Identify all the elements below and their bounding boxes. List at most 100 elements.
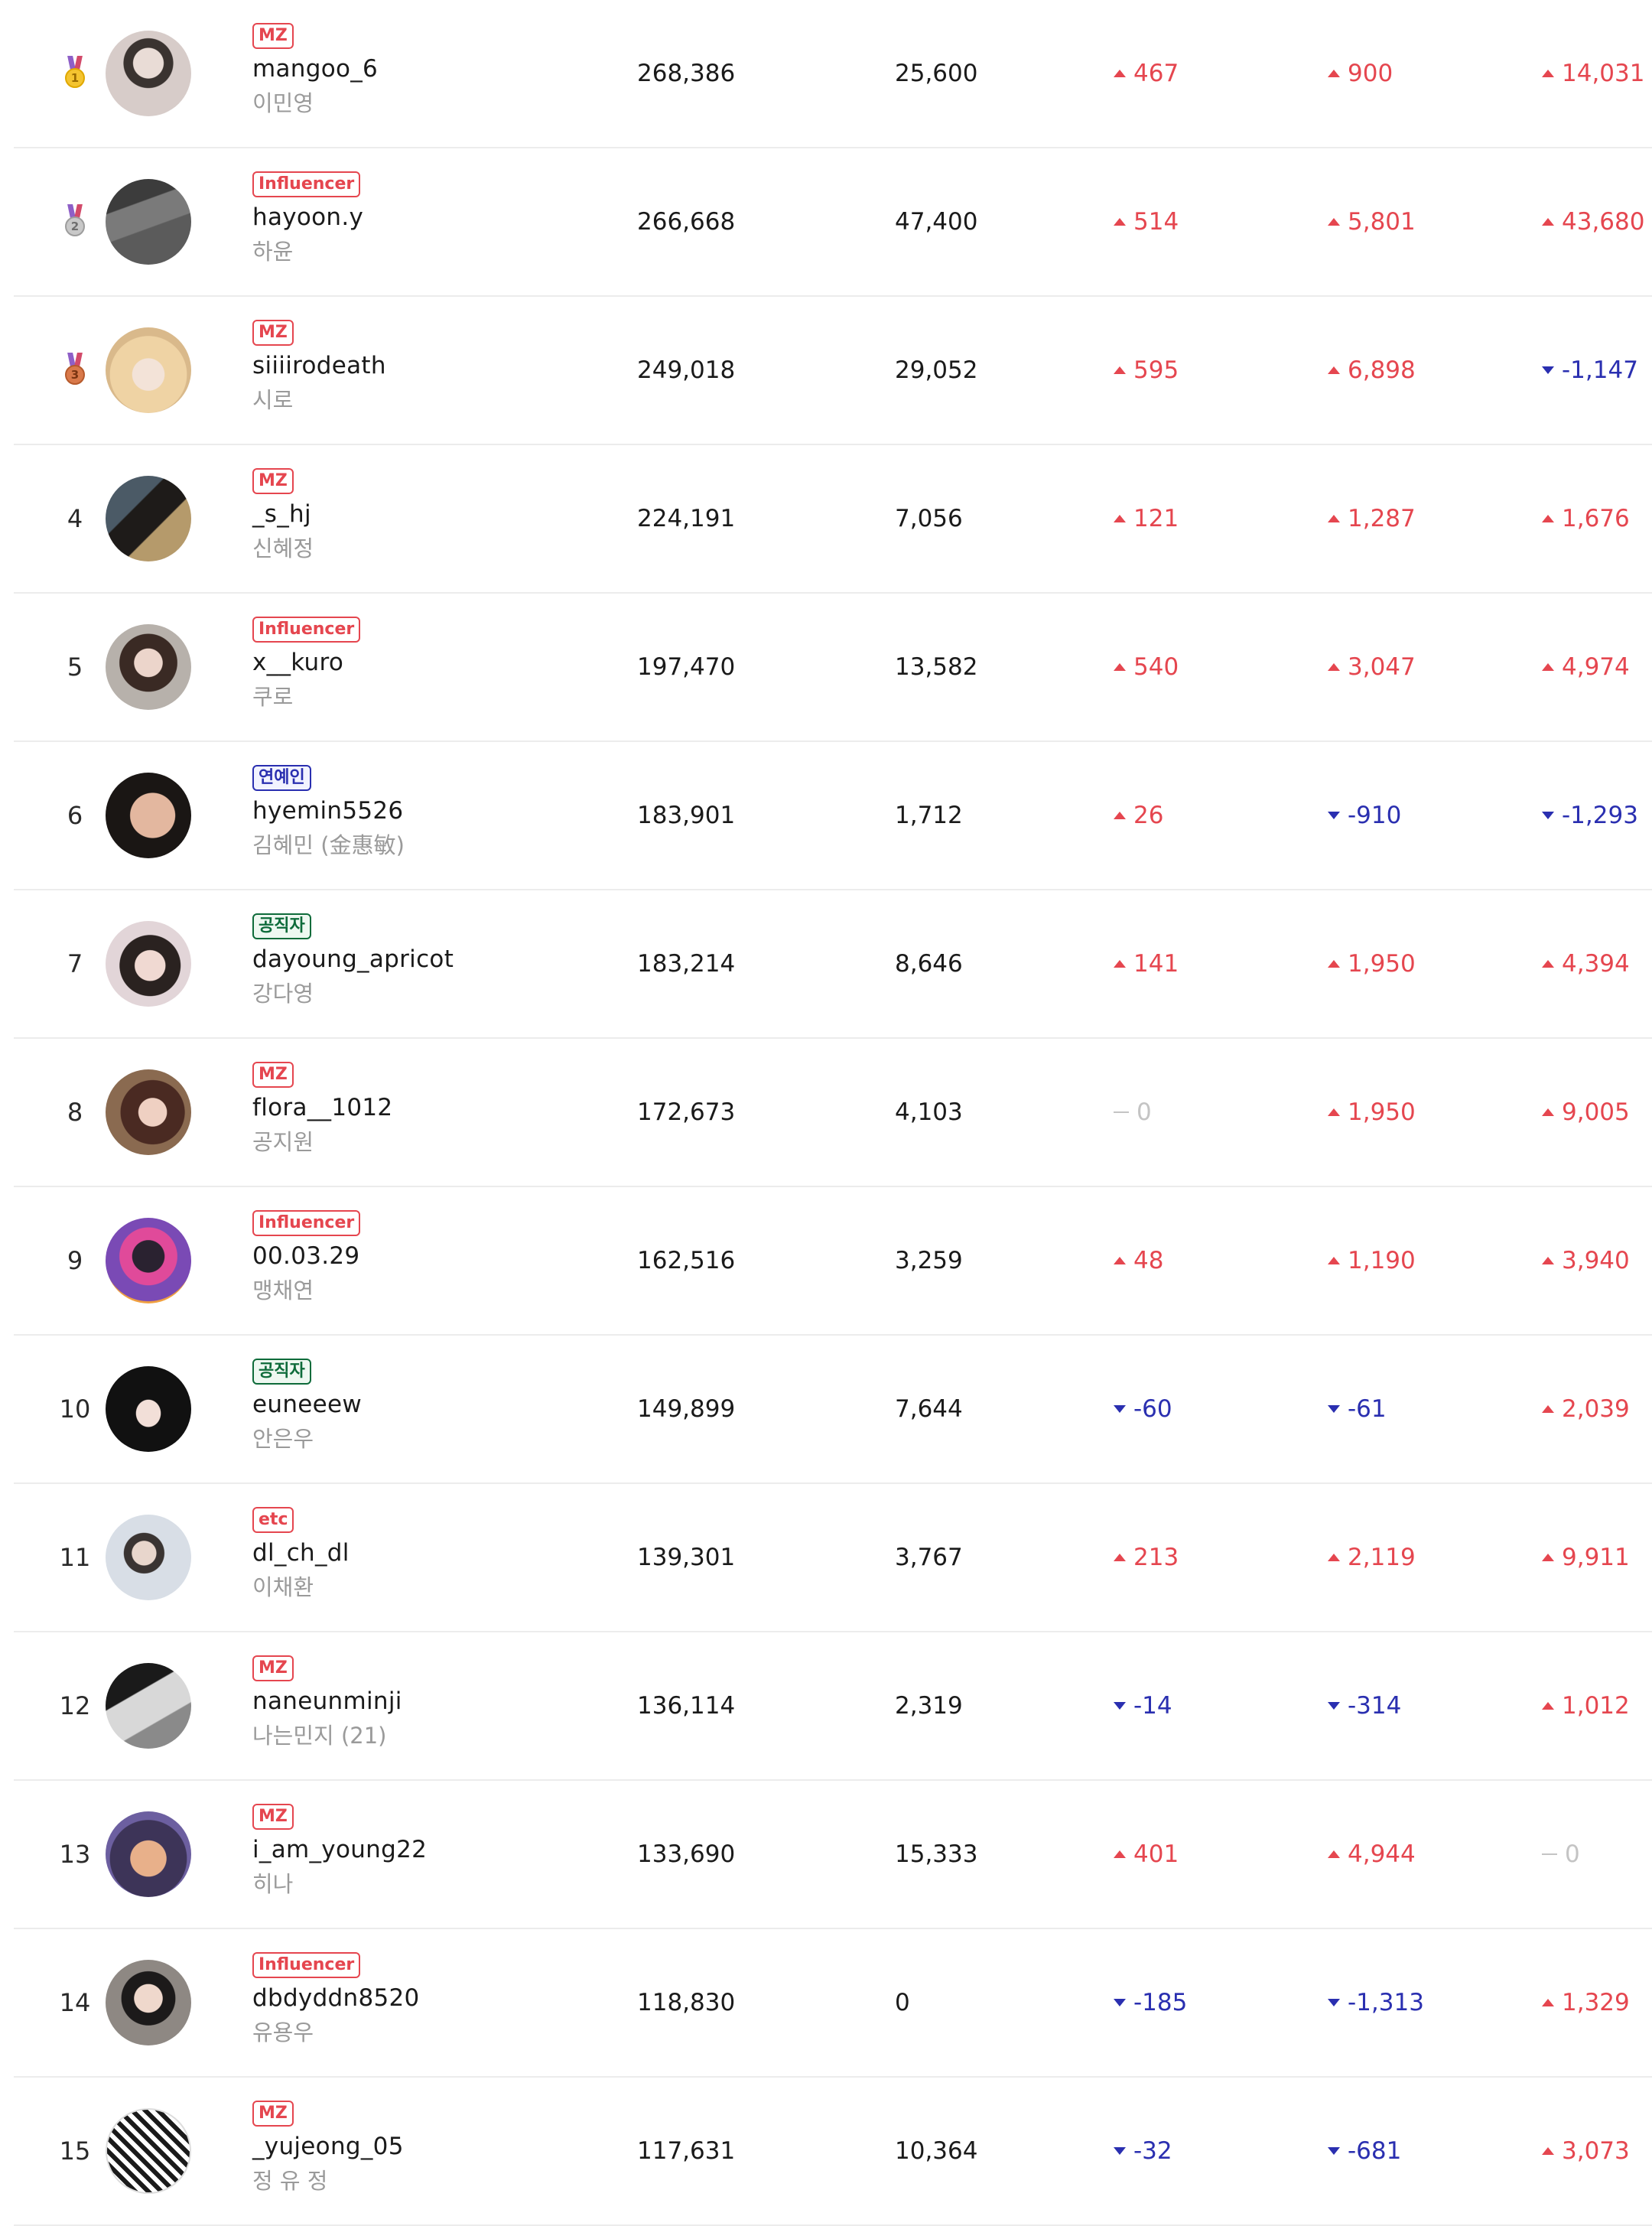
change-day: -185 <box>1114 1929 1187 2076</box>
up-triangle-icon <box>1542 1702 1554 1710</box>
username[interactable]: siiiirodeath <box>252 352 604 379</box>
ranking-row[interactable]: 9 Influencer 00.03.29 맹채연 162,516 3,259 … <box>14 1187 1652 1336</box>
ranking-row[interactable]: 2 Influencer hayoon.y 하윤 266,668 47,400 … <box>14 148 1652 297</box>
username[interactable]: mangoo_6 <box>252 55 604 83</box>
username[interactable]: hayoon.y <box>252 203 604 231</box>
up-triangle-icon <box>1542 1554 1554 1561</box>
realname: 강다영 <box>252 981 314 1007</box>
up-triangle-icon <box>1328 960 1340 968</box>
change-week: -61 <box>1328 1336 1387 1482</box>
realname: 안은우 <box>252 1426 314 1452</box>
username[interactable]: i_am_young22 <box>252 1836 604 1863</box>
change-month: -1,293 <box>1542 742 1638 889</box>
category-badge: 공직자 <box>252 913 311 939</box>
up-triangle-icon <box>1328 1108 1340 1116</box>
ranking-row[interactable]: 1 MZ mangoo_6 이민영 268,386 25,600 467 900… <box>14 0 1652 148</box>
avatar[interactable] <box>106 1069 191 1155</box>
avatar[interactable] <box>106 476 191 561</box>
followers-count: 197,470 <box>637 653 736 681</box>
avatar[interactable] <box>106 31 191 116</box>
up-triangle-icon <box>1328 515 1340 522</box>
followers-count: 162,516 <box>637 1247 736 1274</box>
avatar[interactable] <box>106 773 191 858</box>
avatar[interactable] <box>106 1811 191 1897</box>
following-count: 7,644 <box>895 1395 963 1423</box>
change-month: 4,394 <box>1542 890 1630 1037</box>
ranking-row[interactable]: 8 MZ flora__1012 공지원 172,673 4,103 0 1,9… <box>14 1039 1652 1187</box>
username[interactable]: x__kuro <box>252 649 604 676</box>
change-day: 26 <box>1114 742 1163 889</box>
category-badge: Influencer <box>252 1210 361 1236</box>
username[interactable]: _yujeong_05 <box>252 2133 604 2160</box>
ranking-row[interactable]: 4 MZ _s_hj 신혜정 224,191 7,056 121 1,287 1… <box>14 445 1652 594</box>
change-week: 4,944 <box>1328 1781 1416 1928</box>
following-count: 25,600 <box>895 60 978 87</box>
ranking-row[interactable]: 13 MZ i_am_young22 히나 133,690 15,333 401… <box>14 1781 1652 1929</box>
ranking-row[interactable]: 15 MZ _yujeong_05 정 유 정 117,631 10,364 -… <box>14 2078 1652 2226</box>
change-week: 3,047 <box>1328 594 1416 740</box>
change-month: 3,073 <box>1542 2078 1630 2224</box>
change-week: 900 <box>1328 0 1393 147</box>
ranking-row[interactable]: 11 etc dl_ch_dl 이채환 139,301 3,767 213 2,… <box>14 1484 1652 1632</box>
realname: 이채환 <box>252 1574 314 1600</box>
username[interactable]: dayoung_apricot <box>252 945 604 973</box>
username[interactable]: naneunminji <box>252 1687 604 1715</box>
avatar[interactable] <box>106 1663 191 1749</box>
rank-number: 8 <box>67 1098 83 1127</box>
ranking-row[interactable]: 5 Influencer x__kuro 쿠로 197,470 13,582 5… <box>14 594 1652 742</box>
ranking-row[interactable]: 6 연예인 hyemin5526 김혜민 (金惠敏) 183,901 1,712… <box>14 742 1652 890</box>
realname: 정 유 정 <box>252 2168 328 2194</box>
down-triangle-icon <box>1114 2147 1126 2155</box>
up-triangle-icon <box>1114 1257 1126 1264</box>
username[interactable]: 00.03.29 <box>252 1242 604 1270</box>
username[interactable]: flora__1012 <box>252 1094 604 1121</box>
following-count: 13,582 <box>895 653 978 681</box>
username[interactable]: dbdyddn8520 <box>252 1984 604 2012</box>
followers-count: 249,018 <box>637 356 736 384</box>
avatar[interactable] <box>106 327 191 413</box>
following-count: 3,767 <box>895 1544 963 1571</box>
username[interactable]: euneeew <box>252 1391 604 1418</box>
ranking-row[interactable]: 7 공직자 dayoung_apricot 강다영 183,214 8,646 … <box>14 890 1652 1039</box>
avatar[interactable] <box>106 921 191 1007</box>
rank-number: 14 <box>59 1988 91 2017</box>
avatar[interactable] <box>106 624 191 710</box>
username[interactable]: hyemin5526 <box>252 797 604 825</box>
avatar[interactable] <box>106 1515 191 1600</box>
avatar[interactable] <box>106 2108 191 2194</box>
category-badge: 공직자 <box>252 1359 311 1385</box>
followers-count: 118,830 <box>637 1989 736 2016</box>
change-month: -1,147 <box>1542 297 1638 444</box>
profile-info: MZ siiiirodeath 시로 <box>252 320 604 427</box>
ranking-row[interactable]: 3 MZ siiiirodeath 시로 249,018 29,052 595 … <box>14 297 1652 445</box>
no-change-dash-icon <box>1114 1111 1129 1113</box>
change-week: 1,950 <box>1328 1039 1416 1186</box>
rank-number: 4 <box>67 504 83 533</box>
username[interactable]: dl_ch_dl <box>252 1539 604 1567</box>
followers-count: 149,899 <box>637 1395 736 1423</box>
change-day: 595 <box>1114 297 1179 444</box>
up-triangle-icon <box>1542 1108 1554 1116</box>
username[interactable]: _s_hj <box>252 500 604 528</box>
realname: 히나 <box>252 1871 294 1897</box>
up-triangle-icon <box>1328 1850 1340 1858</box>
ranking-row[interactable]: 10 공직자 euneeew 안은우 149,899 7,644 -60 -61… <box>14 1336 1652 1484</box>
up-triangle-icon <box>1542 70 1554 77</box>
ranking-row[interactable]: 12 MZ naneunminji 나는민지 (21) 136,114 2,31… <box>14 1632 1652 1781</box>
avatar[interactable] <box>106 179 191 265</box>
rank-number: 12 <box>59 1691 91 1720</box>
up-triangle-icon <box>1114 663 1126 671</box>
avatar[interactable] <box>106 1366 191 1452</box>
up-triangle-icon <box>1542 2147 1554 2155</box>
change-day: 540 <box>1114 594 1179 740</box>
up-triangle-icon <box>1542 663 1554 671</box>
realname: 김혜민 (金惠敏) <box>252 832 405 858</box>
up-triangle-icon <box>1114 218 1126 226</box>
avatar[interactable] <box>106 1218 191 1303</box>
rank-number: 13 <box>59 1840 91 1869</box>
rank-number: 10 <box>59 1395 91 1424</box>
silver-medal-icon: 2 <box>63 204 86 239</box>
avatar[interactable] <box>106 1960 191 2045</box>
following-count: 4,103 <box>895 1098 963 1126</box>
ranking-row[interactable]: 14 Influencer dbdyddn8520 유용우 118,830 0 … <box>14 1929 1652 2078</box>
